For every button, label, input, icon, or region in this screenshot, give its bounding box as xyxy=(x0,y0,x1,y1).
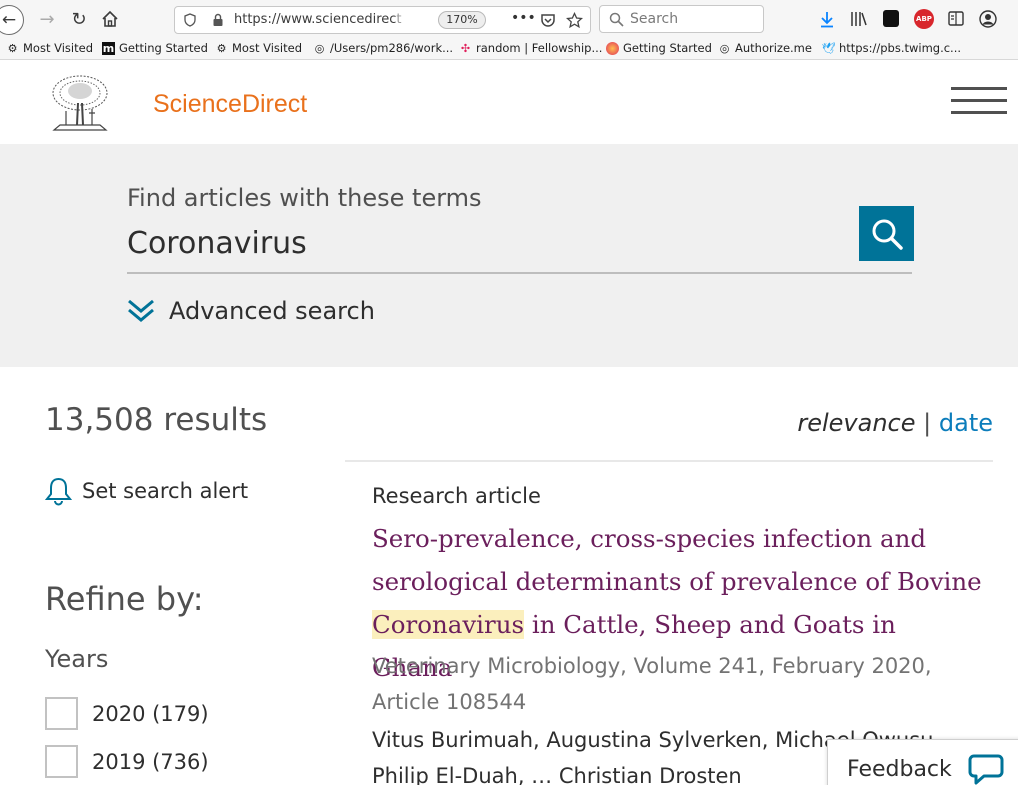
bookmark-item[interactable]: ✣ random | Fellowship... xyxy=(459,41,603,55)
bookmark-item[interactable]: ⚙ Most Visited xyxy=(215,41,302,55)
search-term-highlight: Coronavirus xyxy=(372,610,525,639)
reader-view-icon[interactable] xyxy=(948,11,964,26)
bookmarks-bar: ⚙ Most Visited m Getting Started ⚙ Most Vis… xyxy=(0,38,1018,60)
feedback-button[interactable]: Feedback xyxy=(827,739,1018,785)
twitter-icon: 🕊 xyxy=(821,41,836,55)
m-icon: m xyxy=(102,41,115,55)
search-query-input[interactable]: Coronavirus xyxy=(127,226,912,274)
back-arrow-icon: ← xyxy=(1,10,17,30)
pocket-icon[interactable] xyxy=(540,13,556,28)
account-icon[interactable] xyxy=(979,10,997,28)
url-bar[interactable]: https://www.sciencedirect 170% ••• xyxy=(174,6,591,34)
reload-button[interactable]: ↻ xyxy=(68,8,90,30)
year-filter-2020[interactable]: 2020 (179) xyxy=(45,697,209,730)
results-divider xyxy=(345,460,993,462)
extension-lock-icon[interactable] xyxy=(883,10,899,27)
search-icon xyxy=(609,12,624,27)
bookmark-item[interactable]: m Getting Started xyxy=(102,41,208,55)
double-chevron-down-icon xyxy=(128,299,154,322)
page-actions-button[interactable]: ••• xyxy=(511,10,536,26)
year-filter-2019[interactable]: 2019 (736) xyxy=(45,745,209,778)
bookmark-item[interactable]: ◎ Authorize.me xyxy=(718,41,812,55)
sort-options: relevance | date xyxy=(797,409,993,437)
years-heading: Years xyxy=(45,645,109,673)
bookmark-item[interactable]: ◎/Users/pm286/work... xyxy=(313,41,453,55)
reload-icon: ↻ xyxy=(71,8,87,30)
bookmark-item[interactable]: 🕊 https://pbs.twimg.c... xyxy=(821,41,962,55)
bookmark-star-icon[interactable] xyxy=(566,12,583,29)
search-placeholder: Search xyxy=(630,11,679,27)
facet-label: 2020 (179) xyxy=(92,701,209,726)
brand-name[interactable]: ScienceDirect xyxy=(153,90,307,119)
gear-icon: ⚙ xyxy=(216,41,227,55)
article-source: Veterinary Microbiology, Volume 241, Feb… xyxy=(372,654,932,714)
article-title-text: Sero-prevalence, cross-species infection… xyxy=(372,524,982,596)
sort-relevance: relevance xyxy=(797,409,916,437)
library-icon[interactable] xyxy=(850,11,868,27)
menu-button[interactable] xyxy=(951,87,1007,117)
results-count: 13,508 results xyxy=(45,402,268,438)
hamburger-line xyxy=(951,111,1007,114)
search-panel: Find articles with these terms Coronavir… xyxy=(0,144,1018,367)
search-label: Find articles with these terms xyxy=(127,184,482,212)
browser-search-input[interactable]: Search xyxy=(599,5,764,33)
feedback-label: Feedback xyxy=(847,756,952,782)
refine-heading: Refine by: xyxy=(45,580,204,618)
chat-bubble-icon xyxy=(968,754,1004,785)
lock-icon xyxy=(213,13,223,26)
zoom-indicator[interactable]: 170% xyxy=(438,11,486,29)
globe-icon: ◎ xyxy=(719,41,730,55)
forward-arrow-icon: → xyxy=(39,8,55,30)
firefox-icon xyxy=(606,41,619,55)
forward-button[interactable]: → xyxy=(36,8,58,30)
browser-toolbar: ← → ↻ https://www.sciencedirect 170% •••… xyxy=(0,0,1018,38)
set-search-alert[interactable]: Set search alert xyxy=(45,476,248,506)
search-button[interactable] xyxy=(859,206,914,261)
download-icon[interactable] xyxy=(819,11,835,28)
slack-icon: ✣ xyxy=(460,41,471,55)
checkbox[interactable] xyxy=(45,697,78,730)
facet-label: 2019 (736) xyxy=(92,749,209,774)
set-search-alert-label: Set search alert xyxy=(82,479,249,503)
globe-icon: ◎ xyxy=(314,41,325,55)
home-icon xyxy=(102,10,118,27)
url-text: https://www.sciencedirect xyxy=(234,12,402,27)
search-icon xyxy=(872,219,903,250)
home-button[interactable] xyxy=(99,8,121,30)
bell-icon xyxy=(45,477,72,506)
hamburger-line xyxy=(951,99,1007,102)
sort-separator: | xyxy=(923,409,932,437)
hamburger-icon xyxy=(951,87,1007,90)
shield-icon xyxy=(184,13,196,27)
bookmark-item[interactable]: ⚙ Most Visited xyxy=(6,41,93,55)
sort-date-link[interactable]: date xyxy=(939,409,993,437)
site-header: ScienceDirect xyxy=(0,61,1018,144)
gear-icon: ⚙ xyxy=(7,41,18,55)
adblock-icon[interactable]: ABP xyxy=(914,9,934,29)
back-button[interactable]: ← xyxy=(0,5,24,35)
elsevier-tree-logo[interactable] xyxy=(48,73,112,133)
bookmark-item[interactable]: Getting Started xyxy=(606,41,712,55)
article-type: Research article xyxy=(372,484,541,508)
checkbox[interactable] xyxy=(45,745,78,778)
advanced-search-toggle[interactable]: Advanced search xyxy=(127,297,375,325)
advanced-search-label: Advanced search xyxy=(169,297,375,325)
